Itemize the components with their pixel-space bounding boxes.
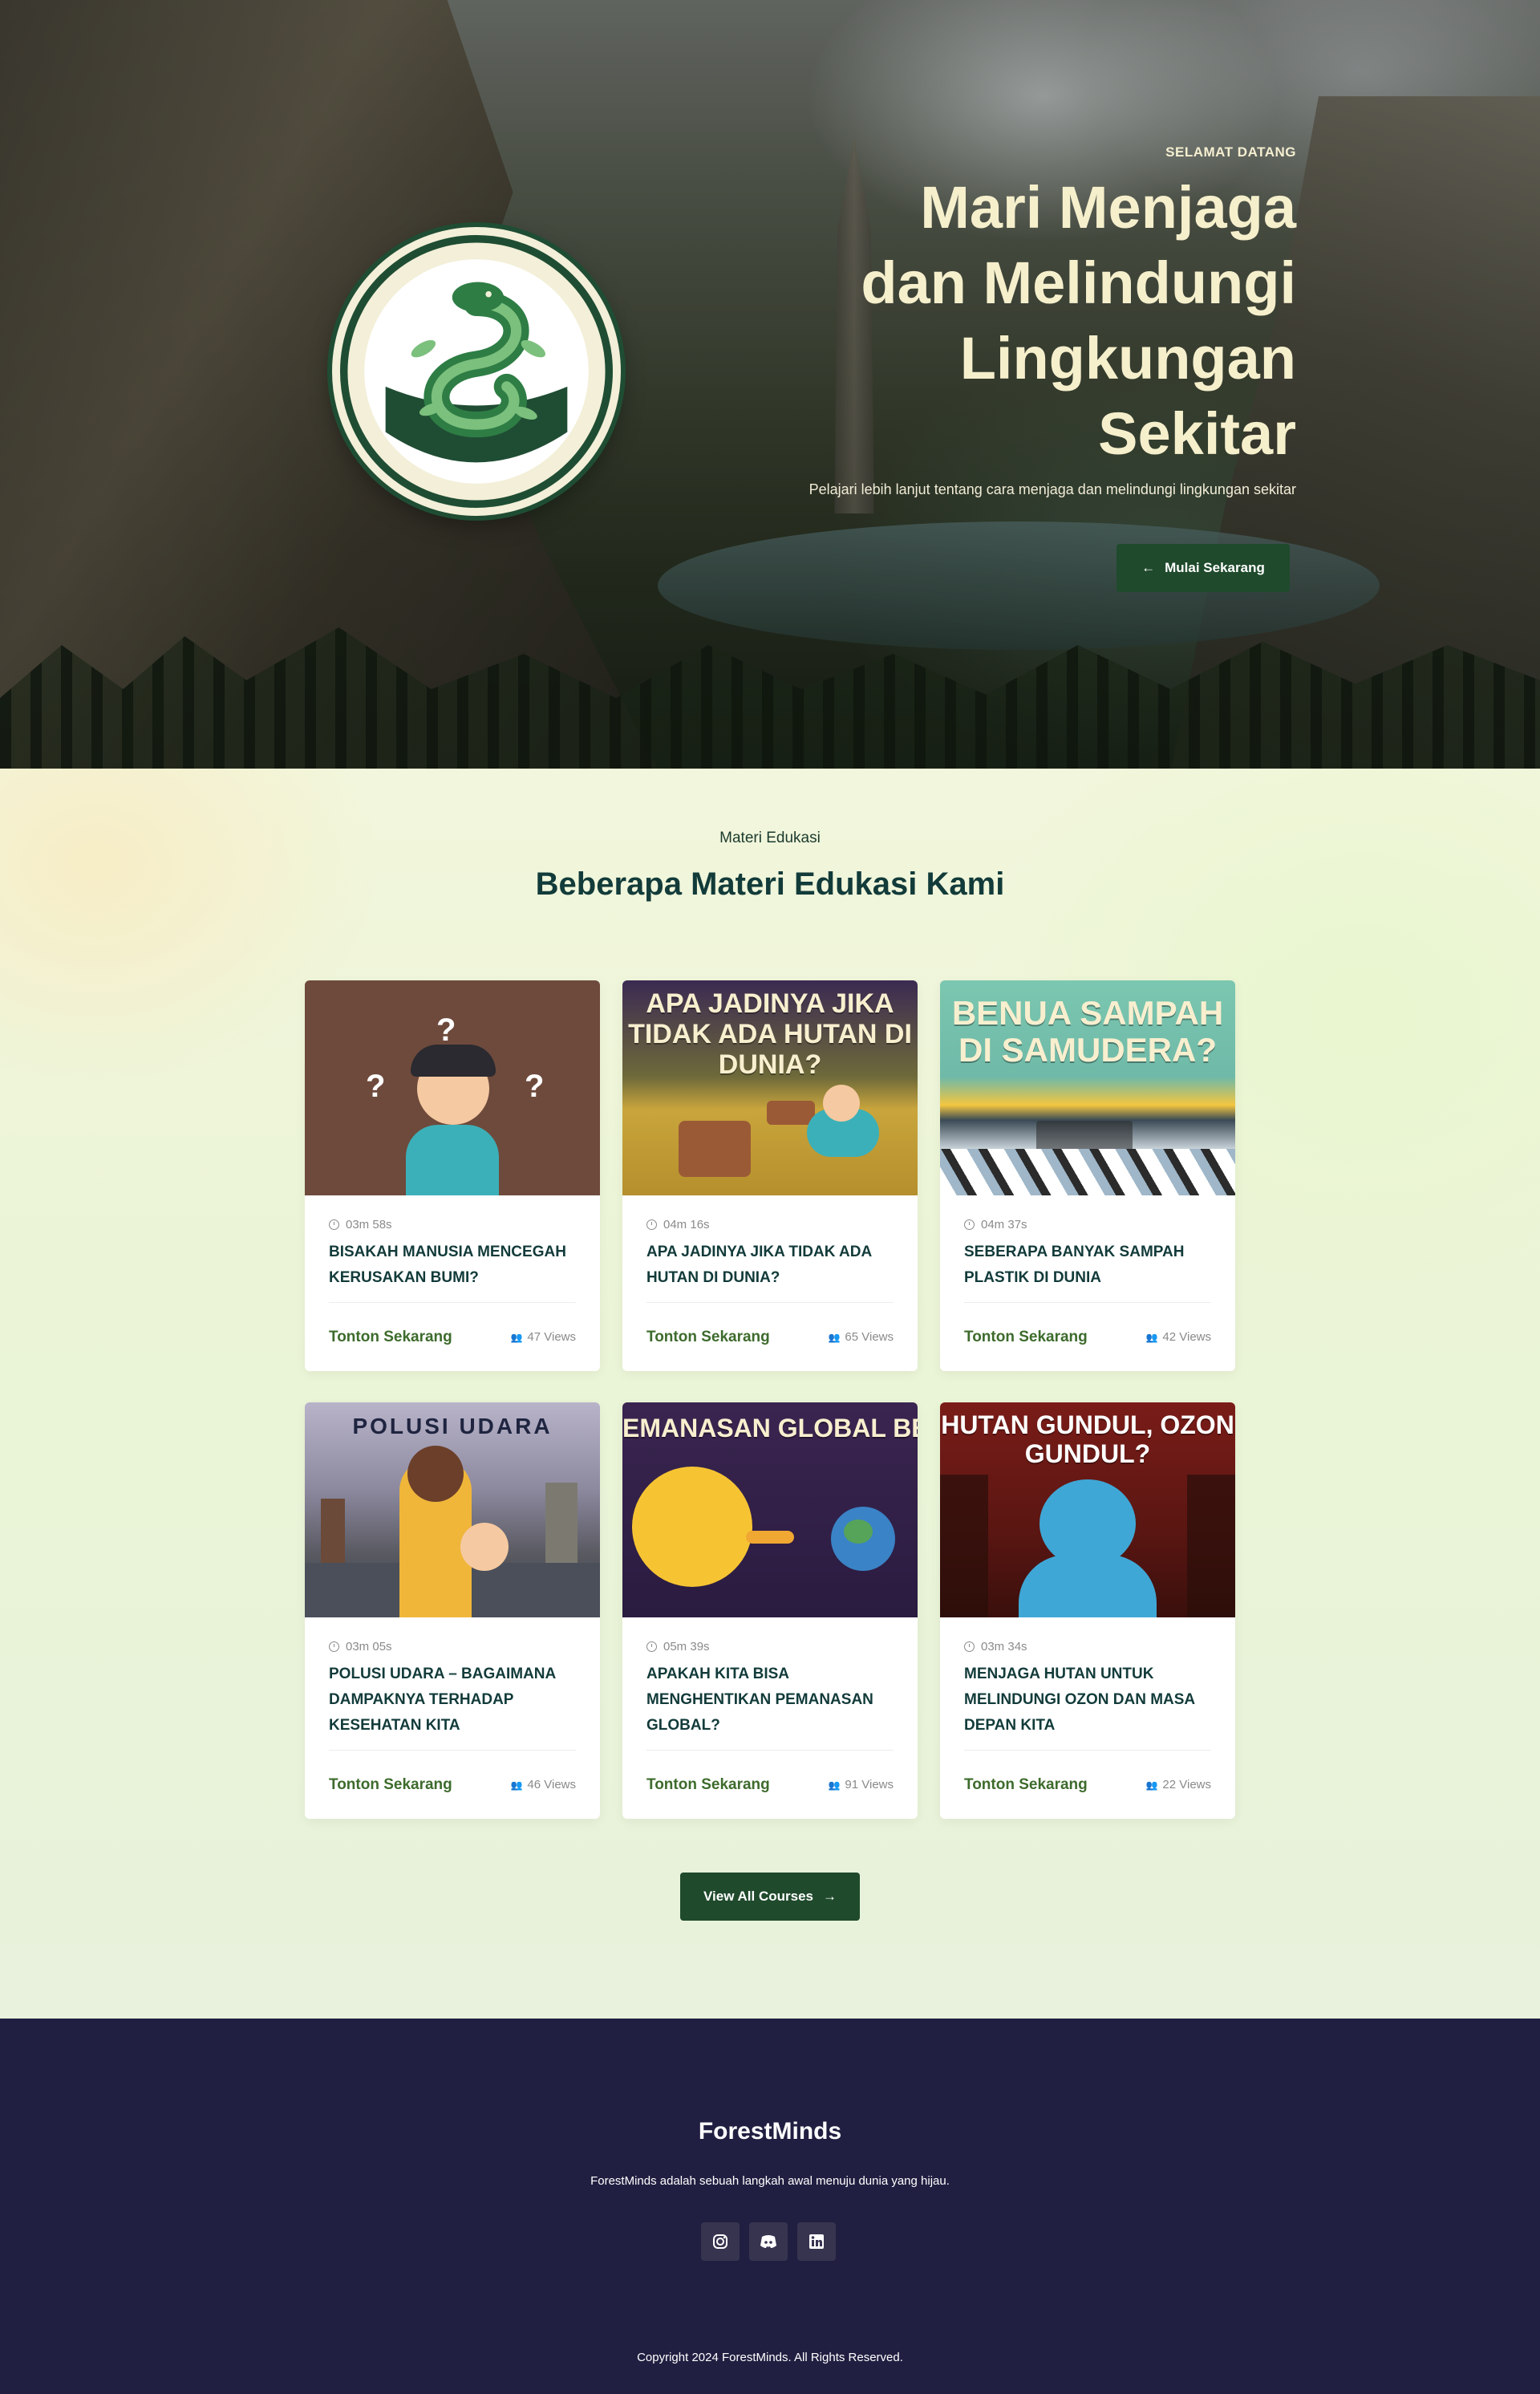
discord-icon [760, 2235, 776, 2248]
course-thumbnail[interactable]: BENUA SAMPAH DI SAMUDERA? [940, 980, 1235, 1195]
watch-now-link[interactable]: Tonton Sekarang [646, 1329, 770, 1346]
hero-subtitle: Pelajari lebih lanjut tentang cara menja… [808, 481, 1296, 497]
watch-now-link[interactable]: Tonton Sekarang [964, 1329, 1088, 1346]
discord-link[interactable] [749, 2222, 788, 2261]
thumbnail-caption: POLUSI UDARA [352, 1414, 553, 1438]
linkedin-link[interactable] [797, 2222, 836, 2261]
watch-now-link[interactable]: Tonton Sekarang [329, 1329, 452, 1346]
course-duration: 04m 37s [981, 1218, 1027, 1231]
view-all-courses-label: View All Courses [703, 1889, 813, 1904]
course-views: 22 Views [1162, 1778, 1211, 1791]
course-duration: 03m 58s [346, 1218, 392, 1231]
course-card[interactable]: POLUSI UDARA 03m 05s POLUSI UDARA – BAGA… [305, 1402, 600, 1819]
users-icon: 👥 [828, 1331, 841, 1343]
course-views: 91 Views [845, 1778, 894, 1791]
footer-brand: ForestMinds [698, 2118, 842, 2144]
clock-icon [646, 1219, 657, 1230]
clock-icon [964, 1641, 975, 1652]
course-title[interactable]: SEBERAPA BANYAK SAMPAH PLASTIK DI DUNIA [964, 1240, 1211, 1291]
snake-logo [332, 227, 621, 516]
watch-now-link[interactable]: Tonton Sekarang [646, 1776, 770, 1794]
footer-copyright: Copyright 2024 ForestMinds. All Rights R… [637, 2351, 903, 2364]
users-icon: 👥 [510, 1331, 523, 1343]
instagram-icon [713, 2234, 727, 2249]
course-views: 47 Views [527, 1330, 576, 1344]
view-all-courses-button[interactable]: View All Courses → [680, 1873, 860, 1921]
course-duration: 05m 39s [663, 1640, 710, 1653]
hero-title: Mari Menjaga dan Melindungi Lingkungan S… [861, 174, 1296, 467]
footer: ForestMinds ForestMinds adalah sebuah la… [0, 2019, 1540, 2394]
course-card[interactable]: BENUA SAMPAH DI SAMUDERA? 04m 37s SEBERA… [940, 980, 1235, 1371]
course-card[interactable]: HUTAN GUNDUL, OZON GUNDUL? 03m 34s MENJA… [940, 1402, 1235, 1819]
course-thumbnail[interactable]: EMANASAN GLOBAL BERHENTI [622, 1402, 918, 1617]
course-views: 65 Views [845, 1330, 894, 1344]
clock-icon [329, 1219, 339, 1230]
instagram-link[interactable] [701, 2222, 740, 2261]
watch-now-link[interactable]: Tonton Sekarang [964, 1776, 1088, 1794]
arrow-left-icon: ← [1141, 560, 1156, 575]
course-thumbnail[interactable]: ? ? ? [305, 980, 600, 1195]
course-title[interactable]: APAKAH KITA BISA MENGHENTIKAN PEMANASAN … [646, 1662, 894, 1739]
course-card[interactable]: EMANASAN GLOBAL BERHENTI 05m 39s APAKAH … [622, 1402, 918, 1819]
hero-text: SELAMAT DATANG Mari Menjaga dan Melindun… [799, 144, 1296, 502]
hero-kicker: SELAMAT DATANG [1165, 144, 1296, 160]
clock-icon [329, 1641, 339, 1652]
footer-tagline: ForestMinds adalah sebuah langkah awal m… [590, 2174, 950, 2188]
course-card[interactable]: APA JADINYA JIKA TIDAK ADA HUTAN DI DUNI… [622, 980, 918, 1371]
linkedin-icon [809, 2234, 824, 2249]
section-title: Beberapa Materi Edukasi Kami [535, 866, 1005, 902]
thumbnail-caption: HUTAN GUNDUL, OZON GUNDUL? [941, 1410, 1234, 1468]
users-icon: 👥 [510, 1779, 523, 1791]
course-title[interactable]: MENJAGA HUTAN UNTUK MELINDUNGI OZON DAN … [964, 1662, 1211, 1739]
course-title[interactable]: APA JADINYA JIKA TIDAK ADA HUTAN DI DUNI… [646, 1240, 894, 1291]
hero-section: SELAMAT DATANG Mari Menjaga dan Melindun… [0, 0, 1540, 769]
thumbnail-caption: EMANASAN GLOBAL BERHENTI [622, 1414, 918, 1442]
course-title[interactable]: BISAKAH MANUSIA MENCEGAH KERUSAKAN BUMI? [329, 1240, 576, 1291]
thumbnail-caption: BENUA SAMPAH DI SAMUDERA? [951, 994, 1224, 1069]
clock-icon [646, 1641, 657, 1652]
course-views: 42 Views [1162, 1330, 1211, 1344]
course-duration: 04m 16s [663, 1218, 710, 1231]
course-card[interactable]: ? ? ? 03m 58s BISAKAH MANUSIA MENCEGAH K… [305, 980, 600, 1371]
watch-now-link[interactable]: Tonton Sekarang [329, 1776, 452, 1794]
users-icon: 👥 [828, 1779, 841, 1791]
arrow-right-icon: → [823, 1889, 837, 1904]
users-icon: 👥 [1145, 1779, 1158, 1791]
course-title[interactable]: POLUSI UDARA – BAGAIMANA DAMPAKNYA TERHA… [329, 1662, 576, 1739]
education-section: Materi Edukasi Beberapa Materi Edukasi K… [0, 769, 1540, 2019]
course-duration: 03m 34s [981, 1640, 1027, 1653]
course-thumbnail[interactable]: HUTAN GUNDUL, OZON GUNDUL? [940, 1402, 1235, 1617]
clock-icon [964, 1219, 975, 1230]
course-views: 46 Views [527, 1778, 576, 1791]
social-links [701, 2222, 836, 2261]
start-now-label: Mulai Sekarang [1165, 560, 1265, 575]
course-thumbnail[interactable]: APA JADINYA JIKA TIDAK ADA HUTAN DI DUNI… [622, 980, 918, 1195]
thumbnail-caption: APA JADINYA JIKA TIDAK ADA HUTAN DI DUNI… [628, 988, 912, 1080]
users-icon: 👥 [1145, 1331, 1158, 1343]
section-kicker: Materi Edukasi [719, 830, 821, 846]
course-duration: 03m 05s [346, 1640, 392, 1653]
course-thumbnail[interactable]: POLUSI UDARA [305, 1402, 600, 1617]
start-now-button[interactable]: ← Mulai Sekarang [1116, 544, 1290, 592]
